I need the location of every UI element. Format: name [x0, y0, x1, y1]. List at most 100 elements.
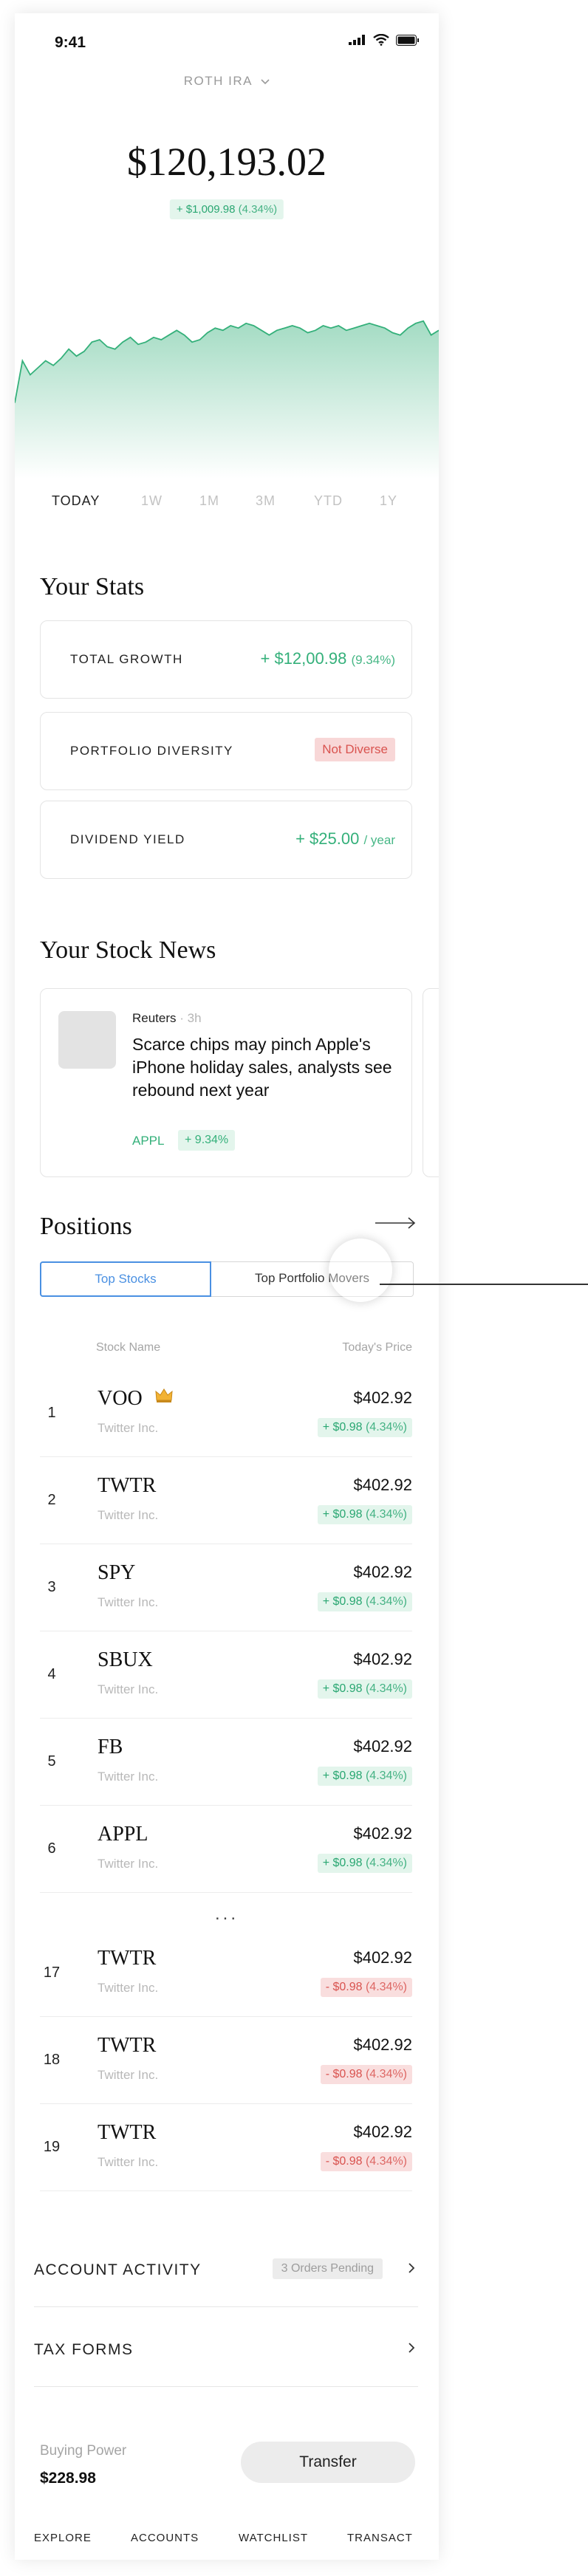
tab-explore[interactable]: EXPLORE	[34, 2532, 92, 2544]
position-change-pct: (4.34%)	[365, 2068, 407, 2080]
tab-accounts[interactable]: ACCOUNTS	[131, 2532, 199, 2544]
news-age: 3h	[187, 1011, 202, 1025]
tab-transact[interactable]: TRANSACT	[347, 2532, 413, 2544]
position-change-badge: - $0.98 (4.34%)	[320, 2065, 412, 2084]
position-price: $402.92	[353, 1476, 412, 1494]
dividend-amount: + $25.00	[295, 829, 360, 848]
position-row[interactable]: 18 TWTR Twitter Inc. $402.92 - $0.98 (4.34%)	[40, 2018, 412, 2104]
news-card[interactable]: Reuters · 3h Scarce chips may pinch Appl…	[40, 988, 412, 1177]
position-row[interactable]: 2 TWTR Twitter Inc. $402.92 + $0.98 (4.34%)	[40, 1458, 412, 1544]
position-company: Twitter Inc.	[98, 1508, 159, 1522]
position-company: Twitter Inc.	[98, 1857, 159, 1871]
position-company: Twitter Inc.	[98, 1770, 159, 1784]
position-rank: 1	[47, 1405, 56, 1421]
news-ticker: APPL	[132, 1134, 165, 1148]
news-change-badge: + 9.34%	[178, 1130, 236, 1151]
position-row[interactable]: 4 SBUX Twitter Inc. $402.92 + $0.98 (4.34%)	[40, 1632, 412, 1719]
position-rank: 2	[47, 1492, 56, 1508]
position-ticker: TWTR	[98, 1474, 157, 1497]
position-rank: 17	[43, 1964, 61, 1981]
total-growth-amount: + $12,00.98	[260, 649, 347, 668]
position-row[interactable]: 6 APPL Twitter Inc. $402.92 + $0.98 (4.34%)	[40, 1806, 412, 1893]
position-row[interactable]: 3 SPY Twitter Inc. $402.92 + $0.98 (4.34%)	[40, 1545, 412, 1631]
tax-forms-label: TAX FORMS	[34, 2341, 134, 2358]
position-change-pct: (4.34%)	[365, 1682, 407, 1695]
news-card-next[interactable]	[423, 988, 439, 1177]
crown-icon	[155, 1388, 173, 1402]
column-todays-price: Today's Price	[342, 1341, 412, 1354]
position-row[interactable]: 17 TWTR Twitter Inc. $402.92 - $0.98 (4.34%)	[40, 1931, 412, 2017]
portfolio-balance: $120,193.02	[127, 140, 327, 184]
position-price: $402.92	[353, 2035, 412, 2054]
chevron-down-icon	[261, 78, 270, 84]
annotation-callout-line	[380, 1284, 588, 1285]
dividend-unit: / year	[363, 833, 395, 847]
position-change-pct: (4.34%)	[365, 1421, 407, 1433]
position-price: $402.92	[353, 1948, 412, 1967]
portfolio-diversity-label: PORTFOLIO DIVERSITY	[70, 744, 233, 758]
position-change-badge: + $0.98 (4.34%)	[317, 1592, 412, 1611]
position-rank: 6	[47, 1840, 56, 1857]
position-ticker: SPY	[98, 1561, 136, 1584]
position-price: $402.92	[353, 1824, 412, 1843]
position-company: Twitter Inc.	[98, 2155, 159, 2169]
more-ellipsis: ...	[214, 1904, 239, 1924]
position-company: Twitter Inc.	[98, 1595, 159, 1609]
arrow-right-icon[interactable]	[375, 1216, 417, 1230]
range-1m[interactable]: 1M	[199, 493, 219, 509]
positions-title: Positions	[40, 1213, 132, 1240]
position-change-amount: + $0.98	[322, 1770, 363, 1782]
position-change-badge: + $0.98 (4.34%)	[317, 1854, 412, 1873]
position-ticker: APPL	[98, 1823, 148, 1846]
position-rank: 19	[43, 2139, 61, 2155]
position-price: $402.92	[353, 1388, 412, 1407]
range-1w[interactable]: 1W	[141, 493, 163, 509]
position-change-badge: - $0.98 (4.34%)	[320, 1978, 412, 1997]
orders-pending-badge: 3 Orders Pending	[272, 2258, 383, 2279]
position-row[interactable]: 5 FB Twitter Inc. $402.92 + $0.98 (4.34%)	[40, 1719, 412, 1806]
transfer-button[interactable]: Transfer	[241, 2442, 415, 2483]
portfolio-chart[interactable]	[15, 287, 439, 479]
position-price: $402.92	[353, 1737, 412, 1755]
tab-watchlist[interactable]: WATCHLIST	[239, 2532, 308, 2544]
dividend-yield-card[interactable]: DIVIDEND YIELD + $25.00 / year	[40, 801, 412, 879]
position-ticker: FB	[98, 1736, 123, 1758]
position-ticker: TWTR	[98, 1947, 157, 1970]
chevron-right-icon	[408, 2343, 415, 2353]
position-price: $402.92	[353, 2123, 412, 2141]
position-ticker: TWTR	[98, 2121, 157, 2144]
news-thumbnail	[58, 1011, 116, 1069]
position-rank: 3	[47, 1579, 56, 1595]
total-growth-pct: (9.34%)	[351, 653, 395, 667]
account-activity-label: ACCOUNT ACTIVITY	[34, 2261, 202, 2278]
range-3m[interactable]: 3M	[256, 493, 276, 509]
position-rank: 18	[43, 2052, 61, 2068]
balance-change-pct: (4.34%)	[238, 203, 278, 216]
status-time: 9:41	[55, 34, 86, 51]
position-change-amount: + $0.98	[322, 1857, 363, 1869]
news-separator: ·	[180, 1011, 184, 1025]
account-activity-link[interactable]: ACCOUNT ACTIVITY 3 Orders Pending	[34, 2230, 418, 2307]
position-change-badge: + $0.98 (4.34%)	[317, 1418, 412, 1437]
range-1y[interactable]: 1Y	[380, 493, 397, 509]
position-change-badge: - $0.98 (4.34%)	[320, 2152, 412, 2171]
position-row[interactable]: 19 TWTR Twitter Inc. $402.92 - $0.98 (4.34%)	[40, 2105, 412, 2191]
account-name: ROTH IRA	[183, 74, 253, 88]
buying-power-value: $228.98	[40, 2470, 96, 2487]
position-price: $402.92	[353, 1563, 412, 1581]
position-company: Twitter Inc.	[98, 1682, 159, 1696]
position-company: Twitter Inc.	[98, 1421, 159, 1435]
account-selector[interactable]: ROTH IRA	[15, 74, 439, 89]
range-today[interactable]: TODAY	[52, 493, 100, 509]
portfolio-diversity-card[interactable]: PORTFOLIO DIVERSITY Not Diverse	[40, 712, 412, 790]
position-change-badge: + $0.98 (4.34%)	[317, 1505, 412, 1524]
position-row[interactable]: 1 VOO Twitter Inc. $402.92 + $0.98 (4.34%)	[40, 1371, 412, 1457]
tax-forms-link[interactable]: TAX FORMS	[34, 2310, 418, 2387]
range-ytd[interactable]: YTD	[314, 493, 343, 509]
news-title: Your Stock News	[40, 936, 216, 964]
tab-top-stocks[interactable]: Top Stocks	[40, 1261, 211, 1297]
position-change-amount: - $0.98	[325, 1981, 363, 1993]
position-company: Twitter Inc.	[98, 1981, 159, 1995]
total-growth-card[interactable]: TOTAL GROWTH + $12,00.98 (9.34%)	[40, 620, 412, 699]
position-change-pct: (4.34%)	[365, 1595, 407, 1608]
